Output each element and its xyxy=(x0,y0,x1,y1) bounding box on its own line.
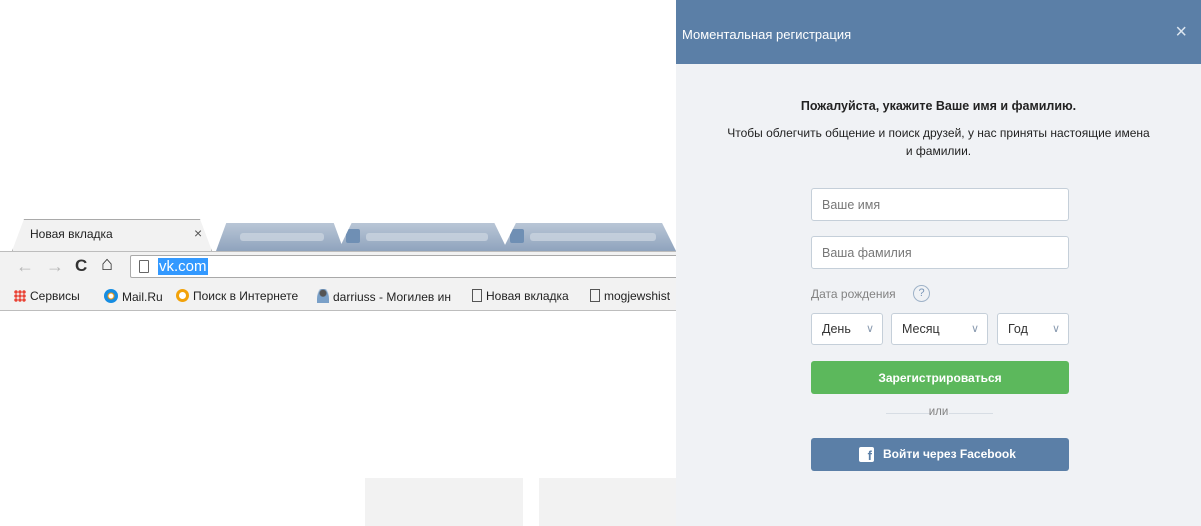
tab-label: Новая вкладка xyxy=(30,227,113,241)
or-text: или xyxy=(928,406,949,418)
facebook-login-button[interactable]: f Войти через Facebook xyxy=(811,438,1069,471)
browser-window: Новая вкладка × ← → C ⌂ vk.com Сервисы M… xyxy=(0,207,678,311)
divider-line xyxy=(949,413,993,414)
apps-grid-icon xyxy=(14,290,26,302)
first-name-input[interactable] xyxy=(811,188,1069,221)
month-select-value: Месяц xyxy=(902,322,940,336)
register-button[interactable]: Зарегистрироваться xyxy=(811,361,1069,394)
page-icon xyxy=(590,289,600,302)
bookmark-new-tab[interactable]: Новая вкладка xyxy=(472,289,569,303)
page-icon xyxy=(139,260,149,273)
bookmark-label: mogjewshist xyxy=(604,289,671,303)
page-icon xyxy=(472,289,482,302)
home-icon[interactable]: ⌂ xyxy=(101,254,113,274)
bookmark-darriuss[interactable]: darriuss - Могилев ин xyxy=(317,289,451,304)
last-name-input[interactable] xyxy=(811,236,1069,269)
year-select[interactable]: Год ∨ xyxy=(997,313,1069,345)
bookmarks-bar: Сервисы Mail.Ru Поиск в Интернете darriu… xyxy=(0,281,676,311)
bookmark-label: Новая вкладка xyxy=(486,289,569,303)
bookmark-label: Mail.Ru xyxy=(122,290,163,304)
tab-background[interactable] xyxy=(502,223,676,251)
help-icon[interactable]: ? xyxy=(913,285,930,302)
bookmark-mogjewshist[interactable]: mogjewshist xyxy=(590,289,670,303)
user-icon xyxy=(317,289,329,303)
tab-close-icon[interactable]: × xyxy=(194,225,202,241)
day-select[interactable]: День ∨ xyxy=(811,313,883,345)
bookmark-label: Поиск в Интернете xyxy=(193,289,299,303)
registration-modal: Моментальная регистрация × Пожалуйста, у… xyxy=(676,0,1201,526)
bookmark-mailru[interactable]: Mail.Ru xyxy=(104,289,163,304)
screen: Новая вкладка × ← → C ⌂ vk.com Сервисы M… xyxy=(0,0,1201,526)
tab-background[interactable] xyxy=(338,223,508,251)
facebook-icon: f xyxy=(859,447,874,463)
modal-header: Моментальная регистрация × xyxy=(676,0,1201,64)
page-placeholder-card xyxy=(539,478,676,526)
back-arrow-icon[interactable]: ← xyxy=(16,257,34,275)
facebook-login-label: Войти через Facebook xyxy=(883,447,1016,461)
bookmark-label: darriuss - Могилев ин xyxy=(333,290,451,304)
tab-strip: Новая вкладка × xyxy=(0,207,676,251)
address-bar[interactable]: vk.com xyxy=(130,255,678,278)
form-heading: Пожалуйста, укажите Ваше имя и фамилию. xyxy=(800,99,1077,113)
bookmark-label: Сервисы xyxy=(30,289,80,303)
mailru-icon xyxy=(104,289,118,303)
tab-background[interactable] xyxy=(216,223,344,251)
modal-title: Моментальная регистрация xyxy=(682,27,852,42)
search-icon xyxy=(176,289,189,302)
bookmark-services[interactable]: Сервисы xyxy=(14,289,80,303)
reload-icon[interactable]: C xyxy=(75,257,87,275)
bookmark-search[interactable]: Поиск в Интернете xyxy=(176,289,298,303)
form-subtext: Чтобы облегчить общение и поиск друзей, … xyxy=(727,126,1150,158)
day-select-value: День xyxy=(822,322,851,336)
close-icon[interactable]: × xyxy=(1175,22,1187,42)
chevron-down-icon: ∨ xyxy=(865,323,874,335)
chevron-down-icon: ∨ xyxy=(970,323,979,335)
birth-date-label: Дата рождения xyxy=(811,287,896,301)
chevron-down-icon: ∨ xyxy=(1051,323,1060,335)
page-placeholder-card xyxy=(365,478,523,526)
or-divider: или xyxy=(676,405,1201,421)
month-select[interactable]: Месяц ∨ xyxy=(891,313,988,345)
browser-toolbar: ← → C ⌂ vk.com xyxy=(0,251,678,281)
url-text[interactable]: vk.com xyxy=(158,258,208,275)
forward-arrow-icon[interactable]: → xyxy=(46,257,64,275)
year-select-value: Год xyxy=(1008,322,1028,336)
